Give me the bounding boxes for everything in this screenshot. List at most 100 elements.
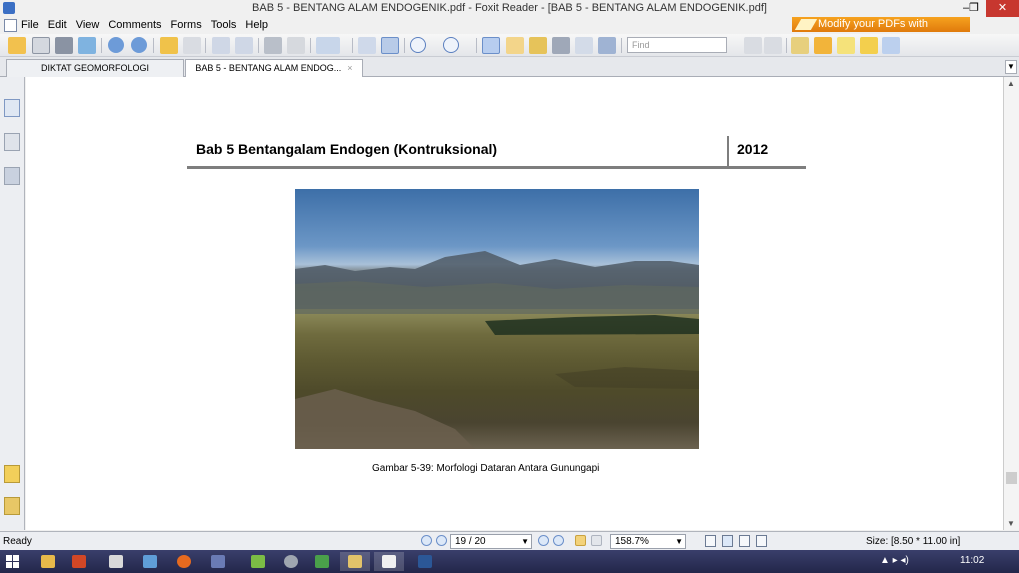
- open-folder-icon[interactable]: [8, 37, 26, 54]
- document-tabs: DIKTAT GEOMORFOLOGI BAB 5 - BENTANG ALAM…: [0, 57, 1019, 77]
- continuous-view-icon[interactable]: [722, 535, 733, 547]
- page-header-year: 2012: [737, 141, 769, 157]
- tab-dropdown-icon[interactable]: ▼: [1005, 60, 1017, 74]
- zoom-out-icon[interactable]: [410, 37, 426, 53]
- previous-view-icon[interactable]: [575, 535, 586, 546]
- taskbar-powerpoint[interactable]: [64, 552, 94, 571]
- typewriter-icon[interactable]: [575, 37, 593, 54]
- fit-page-icon[interactable]: [358, 37, 376, 54]
- forward-arrow-icon[interactable]: [183, 37, 201, 54]
- last-page-icon[interactable]: [553, 535, 564, 546]
- scroll-down-icon[interactable]: ▼: [1007, 519, 1015, 528]
- menu-file[interactable]: File: [21, 19, 39, 31]
- facing-view-icon[interactable]: [739, 535, 750, 547]
- zoom-in-tool-icon[interactable]: [316, 37, 340, 54]
- zoom-in-icon[interactable]: [443, 37, 459, 53]
- menu-comments[interactable]: Comments: [108, 19, 161, 31]
- taskbar-app-3[interactable]: [101, 552, 131, 571]
- layers-panel-icon[interactable]: [4, 167, 20, 185]
- close-button[interactable]: ✕: [986, 0, 1019, 17]
- prev-page-icon[interactable]: [436, 535, 447, 546]
- document-icon[interactable]: [4, 19, 17, 32]
- back-arrow-icon[interactable]: [160, 37, 178, 54]
- insert-pages-icon[interactable]: [235, 37, 253, 54]
- fit-width-icon[interactable]: [381, 37, 399, 54]
- hand-tool-icon[interactable]: [482, 37, 500, 54]
- text-box-icon[interactable]: [837, 37, 855, 54]
- page-size-label: Size: [8.50 * 11.00 in]: [866, 536, 961, 547]
- taskbar-app-6[interactable]: [203, 552, 233, 571]
- pen-icon: [794, 19, 818, 30]
- app-icon: [211, 555, 225, 568]
- taskbar-foxit-reader[interactable]: [374, 552, 404, 571]
- find-next-icon[interactable]: [764, 37, 782, 54]
- taskbar-app-7[interactable]: [243, 552, 273, 571]
- find-previous-icon[interactable]: [744, 37, 762, 54]
- note-pen-icon[interactable]: [814, 37, 832, 54]
- select-text-icon[interactable]: [506, 37, 524, 54]
- next-view-icon[interactable]: [591, 535, 602, 546]
- phantom-banner[interactable]: Modify your PDFs with Phantom: [792, 17, 970, 45]
- edit-document-icon[interactable]: [791, 37, 809, 54]
- vertical-scrollbar[interactable]: ▲ ▼: [1003, 77, 1019, 530]
- taskbar-app-9[interactable]: [307, 552, 337, 571]
- taskbar-app-8[interactable]: [276, 552, 306, 571]
- scroll-thumb[interactable]: [1006, 472, 1017, 484]
- single-page-view-icon[interactable]: [705, 535, 716, 547]
- page-dropdown-icon[interactable]: ▼: [521, 535, 529, 548]
- clock[interactable]: 11:02: [960, 555, 984, 566]
- app-icon: [284, 555, 298, 568]
- next-page-status-icon[interactable]: [538, 535, 549, 546]
- scroll-up-icon[interactable]: ▲: [1007, 79, 1015, 88]
- snapshot-icon[interactable]: [598, 37, 616, 54]
- attachments-panel-icon[interactable]: [4, 497, 20, 515]
- tab-bab-5[interactable]: BAB 5 - BENTANG ALAM ENDOG... ×: [185, 59, 363, 77]
- arrow-tool-icon[interactable]: [882, 37, 900, 54]
- taskbar-app-4[interactable]: [135, 552, 165, 571]
- find-input[interactable]: Find: [627, 37, 727, 53]
- comment-icon[interactable]: [860, 37, 878, 54]
- find-binoculars-icon[interactable]: [552, 37, 570, 54]
- windows-taskbar: ▲ ▸ ◂) 11:02: [0, 550, 1019, 573]
- system-tray[interactable]: ▲ ▸ ◂): [880, 555, 909, 566]
- page-number-field[interactable]: 19 / 20 ▼: [450, 534, 532, 549]
- app-icon: [315, 555, 329, 568]
- status-ready: Ready: [3, 536, 32, 547]
- taskbar-word[interactable]: [410, 552, 440, 571]
- first-page-icon[interactable]: [421, 535, 432, 546]
- taskbar-app-10[interactable]: [340, 552, 370, 571]
- menu-forms[interactable]: Forms: [171, 19, 202, 31]
- menu-help[interactable]: Help: [245, 19, 268, 31]
- app-icon: [143, 555, 157, 568]
- powerpoint-icon: [72, 555, 86, 568]
- save-icon[interactable]: [32, 37, 50, 54]
- taskbar-firefox[interactable]: [169, 552, 199, 571]
- taskbar-file-explorer[interactable]: [33, 552, 63, 571]
- expand-panel-icon[interactable]: [4, 81, 20, 89]
- maximize-button[interactable]: ❐: [963, 0, 985, 17]
- continuous-facing-view-icon[interactable]: [756, 535, 767, 547]
- redo-icon[interactable]: [287, 37, 305, 54]
- tab-diktat-geomorfologi[interactable]: DIKTAT GEOMORFOLOGI: [6, 59, 184, 77]
- pages-panel-icon[interactable]: [4, 99, 20, 117]
- window-title: BAB 5 - BENTANG ALAM ENDOGENIK.pdf - Fox…: [252, 2, 767, 14]
- menu-view[interactable]: View: [76, 19, 100, 31]
- next-page-icon[interactable]: [131, 37, 147, 53]
- bookmarks-panel-icon[interactable]: [4, 133, 20, 151]
- print-icon[interactable]: [55, 37, 73, 54]
- pointer-icon[interactable]: [529, 37, 547, 54]
- undo-icon[interactable]: [264, 37, 282, 54]
- tab-close-icon[interactable]: ×: [347, 63, 352, 73]
- zoom-value: 158.7%: [615, 536, 649, 547]
- menu-edit[interactable]: Edit: [48, 19, 67, 31]
- windows-start-icon[interactable]: [6, 555, 19, 568]
- comments-panel-icon[interactable]: [4, 465, 20, 483]
- title-bar: BAB 5 - BENTANG ALAM ENDOGENIK.pdf - Fox…: [0, 0, 1019, 17]
- zoom-dropdown-icon[interactable]: ▼: [675, 535, 683, 548]
- menu-tools[interactable]: Tools: [211, 19, 237, 31]
- previous-page-icon[interactable]: [108, 37, 124, 53]
- email-icon[interactable]: [78, 37, 96, 54]
- zoom-field[interactable]: 158.7% ▼: [610, 534, 686, 549]
- app-icon: [251, 555, 265, 568]
- extract-pages-icon[interactable]: [212, 37, 230, 54]
